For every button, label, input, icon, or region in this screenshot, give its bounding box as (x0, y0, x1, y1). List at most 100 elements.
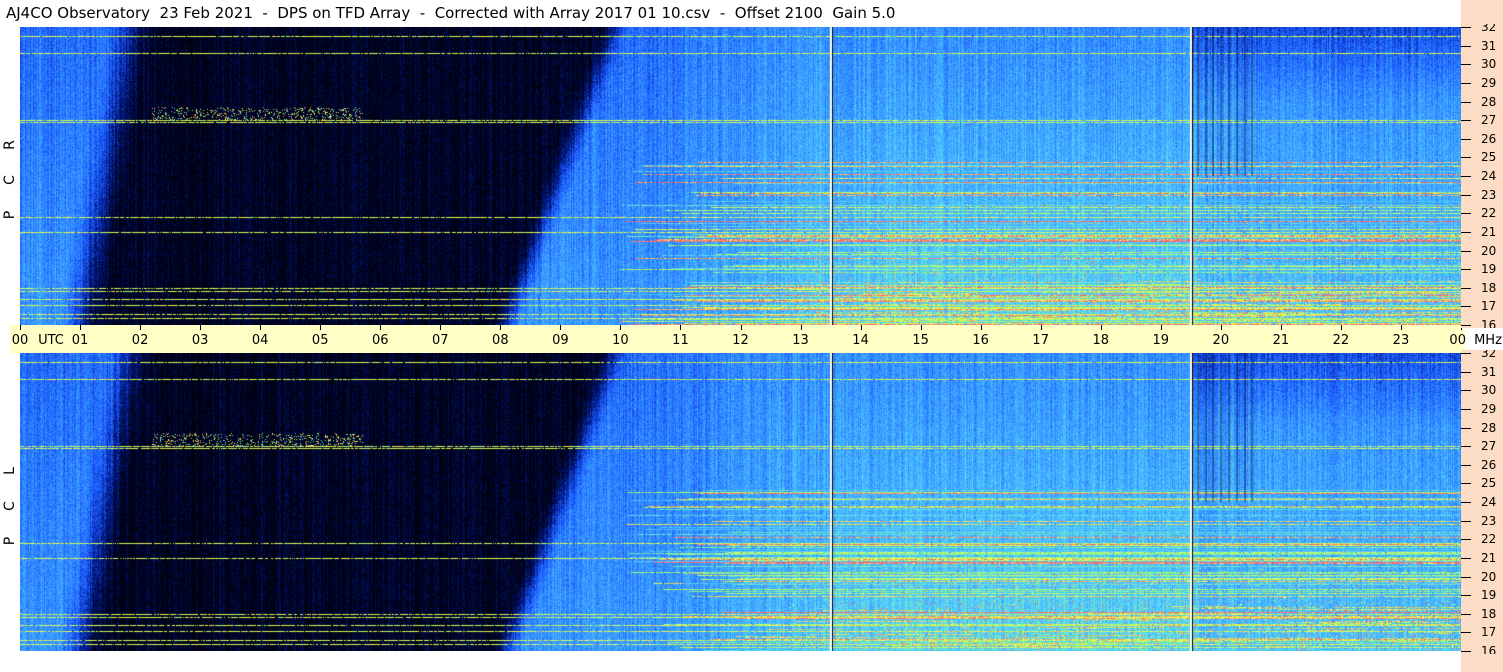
utc-tick-label: 05 (311, 333, 329, 348)
polarization-letter: C (2, 175, 18, 185)
mhz-tick-label: 31 (1481, 38, 1497, 53)
utc-tick-label: 15 (912, 333, 929, 348)
mhz-tick-mark (1461, 651, 1471, 652)
mhz-tick-label: 31 (1481, 364, 1497, 379)
utc-tick-label: 01 (71, 333, 89, 348)
mhz-tick-label: 22 (1481, 532, 1497, 547)
utc-tick-mark (1100, 325, 1102, 330)
mhz-tick-label: 23 (1481, 513, 1497, 528)
mhz-tick-label: 26 (1481, 457, 1497, 472)
mhz-tick-label: 29 (1481, 75, 1497, 90)
lcp-frequency-axis: 32 31 30 29 28 27 26 25 24 23 22 21 20 19 18 17 16 (1461, 350, 1503, 654)
utc-tick-mark (80, 325, 82, 330)
utc-tick-mark (1220, 325, 1222, 330)
utc-tick-mark (680, 325, 682, 330)
mhz-tick-label: 30 (1481, 383, 1497, 398)
utc-tick-mark (1280, 325, 1282, 330)
polarization-letter: C (2, 501, 18, 511)
mhz-tick-mark (1461, 576, 1471, 578)
mhz-tick-mark (1461, 27, 1471, 28)
lcp-polarization-label: L C P (1, 353, 19, 651)
mhz-tick-label: 21 (1481, 550, 1497, 565)
utc-tick-label: 14 (852, 333, 869, 348)
mhz-tick-label: 17 (1481, 625, 1497, 640)
mhz-tick-mark (1461, 408, 1471, 410)
mhz-tick-mark (1461, 306, 1471, 308)
polarization-letter: P (2, 210, 18, 220)
utc-tick-mark (1160, 325, 1162, 330)
mhz-tick-label: 21 (1481, 224, 1497, 239)
utc-tick-mark (1400, 325, 1402, 330)
mhz-tick-label: 28 (1481, 94, 1497, 109)
mhz-tick-mark (1461, 446, 1471, 448)
mhz-tick-mark (1461, 353, 1471, 354)
mhz-tick-label: 22 (1481, 206, 1497, 221)
mhz-tick-label: 16 (1481, 318, 1497, 328)
utc-tick-mark (140, 325, 142, 330)
mhz-tick-mark (1461, 371, 1471, 373)
rcp-frequency-axis: 32 31 30 29 28 27 26 25 24 23 22 21 20 19 18 17 16 (1461, 24, 1503, 328)
mhz-tick-label: 20 (1481, 243, 1497, 258)
mhz-tick-mark (1461, 427, 1471, 429)
mhz-tick-label: 17 (1481, 299, 1497, 314)
mhz-tick-mark (1461, 138, 1471, 140)
utc-tick-mark (1040, 325, 1042, 330)
utc-tick-label: 08 (492, 333, 509, 348)
mhz-tick-label: 28 (1481, 420, 1497, 435)
utc-tick-mark (560, 325, 562, 330)
freq-axis-bottom-filler (1461, 654, 1503, 672)
mhz-tick-label: 26 (1481, 131, 1497, 146)
freq-axis-top-filler (1461, 0, 1503, 24)
utc-tick-label: 18 (1092, 333, 1110, 348)
utc-tick-label: 07 (432, 333, 449, 348)
lcp-spectrogram (20, 353, 1461, 651)
utc-tick-mark (440, 325, 442, 330)
utc-tick-label: 23 (1392, 333, 1410, 348)
mhz-tick-label: 30 (1481, 57, 1497, 72)
utc-tick-label: 00 (11, 333, 29, 348)
mhz-tick-label: 16 (1481, 644, 1497, 654)
utc-tick-mark (260, 325, 262, 330)
utc-tick-label: 16 (972, 333, 989, 348)
utc-tick-label: 00 (1449, 333, 1466, 348)
mhz-tick-label: 32 (1481, 24, 1497, 34)
utc-tick-mark (380, 325, 382, 330)
mhz-tick-label: 32 (1481, 350, 1497, 360)
polarization-letter: R (2, 140, 18, 150)
mhz-tick-label: 27 (1481, 113, 1497, 128)
utc-unit-label: UTC (38, 333, 64, 348)
mhz-tick-mark (1461, 213, 1471, 215)
mhz-tick-label: 19 (1481, 588, 1497, 603)
mhz-tick-mark (1461, 231, 1471, 233)
utc-tick-mark (860, 325, 862, 330)
mhz-tick-label: 19 (1481, 262, 1497, 277)
mhz-tick-label: 18 (1481, 280, 1497, 295)
mhz-tick-mark (1461, 45, 1471, 47)
utc-tick-label: 03 (191, 333, 209, 348)
mhz-tick-mark (1461, 325, 1471, 326)
mhz-tick-label: 24 (1481, 495, 1497, 509)
mhz-tick-mark (1461, 157, 1471, 159)
utc-tick-label: 11 (672, 333, 689, 348)
lcp-spectrogram-canvas (20, 353, 1461, 651)
utc-tick-mark (1340, 325, 1342, 330)
utc-tick-label: 12 (732, 333, 749, 348)
chart-title: AJ4CO Observatory 23 Feb 2021 - DPS on T… (6, 4, 896, 22)
utc-tick-label: 19 (1152, 333, 1170, 348)
utc-tick-mark (920, 325, 922, 330)
mhz-tick-mark (1461, 120, 1471, 122)
utc-tick-label: 09 (552, 333, 569, 348)
mhz-tick-mark (1461, 390, 1471, 392)
mhz-tick-mark (1461, 613, 1471, 615)
mhz-tick-label: 27 (1481, 439, 1497, 454)
utc-tick-mark (20, 325, 21, 330)
mhz-tick-mark (1461, 539, 1471, 541)
mhz-tick-mark (1461, 287, 1471, 289)
mhz-tick-label: 24 (1481, 169, 1497, 183)
utc-tick-mark (620, 325, 622, 330)
mhz-tick-mark (1461, 64, 1471, 66)
mhz-tick-mark (1461, 176, 1471, 177)
utc-tick-label: 22 (1332, 333, 1350, 348)
mhz-tick-mark (1461, 502, 1471, 503)
mhz-tick-mark (1461, 101, 1471, 103)
